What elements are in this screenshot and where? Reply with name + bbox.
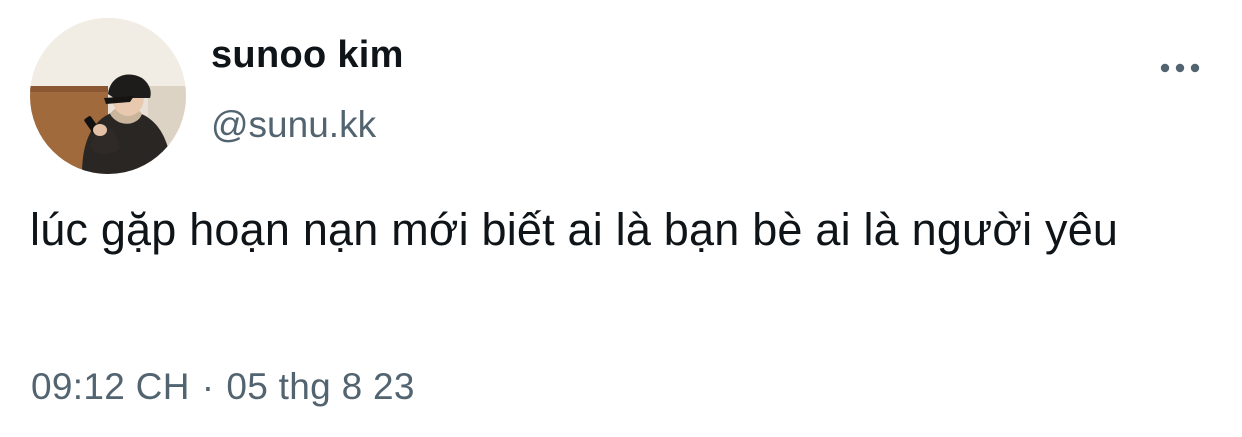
user-handle[interactable]: @sunu.kk [211, 104, 376, 146]
tweet-text: lúc gặp hoạn nạn mới biết ai là bạn bè a… [30, 204, 1119, 255]
display-name[interactable]: sunoo kim [211, 34, 404, 77]
meta-separator: · [201, 366, 215, 407]
profile-photo-icon [30, 18, 186, 174]
tweet-timestamp[interactable]: 09:12 CH · 05 thg 8 23 [31, 366, 415, 408]
tweet-date: 05 thg 8 23 [226, 366, 415, 407]
avatar[interactable] [30, 18, 186, 174]
tweet-card: sunoo kim @sunu.kk lúc gặp hoạn nạn mới … [0, 0, 1242, 437]
ellipsis-horizontal-icon [1160, 63, 1200, 73]
tweet-time: 09:12 CH [31, 366, 190, 407]
more-options-button[interactable] [1154, 50, 1206, 86]
